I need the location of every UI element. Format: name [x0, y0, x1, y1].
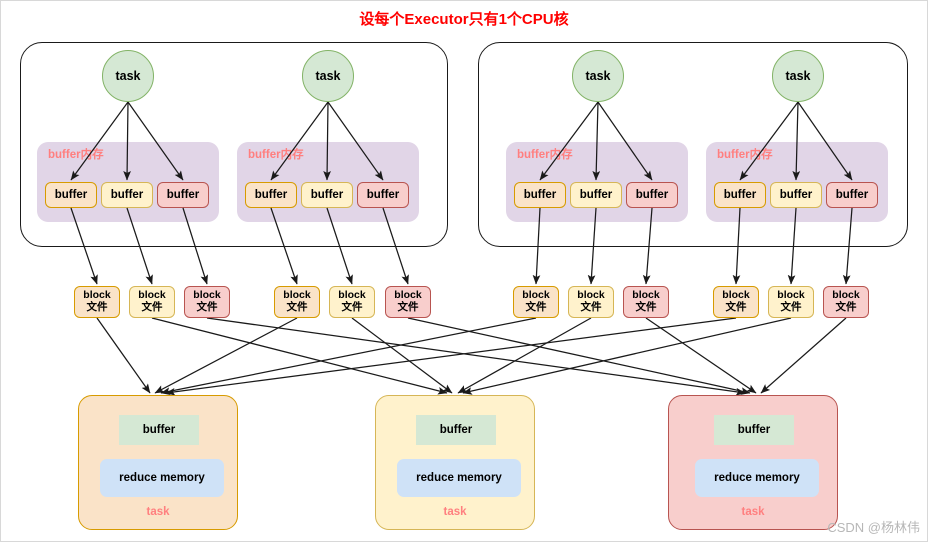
- block-label-line2: 文件: [780, 301, 802, 313]
- buffer-box-2-2[interactable]: buffer: [301, 182, 353, 208]
- reduce-memory-label: reduce memory: [714, 472, 800, 484]
- buffer-label: buffer: [310, 189, 344, 201]
- buffer-label: buffer: [110, 189, 144, 201]
- task-label: task: [585, 69, 611, 83]
- map-task-circle-4[interactable]: task: [772, 50, 824, 102]
- block-file-4-1[interactable]: block 文件: [713, 286, 759, 318]
- buffer-box-3-3[interactable]: buffer: [626, 182, 678, 208]
- page-title: 设每个Executor只有1个CPU核: [359, 11, 569, 28]
- reduce-memory-label: reduce memory: [119, 472, 205, 484]
- block-label-line2: 文件: [141, 301, 163, 313]
- buffer-box-2-1[interactable]: buffer: [245, 182, 297, 208]
- task-label: task: [115, 69, 141, 83]
- block-file-3-1[interactable]: block 文件: [513, 286, 559, 318]
- map-task-circle-2[interactable]: task: [302, 50, 354, 102]
- watermark: CSDN @杨林伟: [827, 520, 920, 535]
- block-file-4-2[interactable]: block 文件: [768, 286, 814, 318]
- block-file-2-3[interactable]: block 文件: [385, 286, 431, 318]
- block-label-line2: 文件: [196, 301, 218, 313]
- block-file-4-3[interactable]: block 文件: [823, 286, 869, 318]
- block-label-line2: 文件: [341, 301, 363, 313]
- buffer-label: buffer: [579, 189, 613, 201]
- block-file-2-1[interactable]: block 文件: [274, 286, 320, 318]
- reduce-buffer-label: buffer: [142, 424, 176, 436]
- block-label-line2: 文件: [397, 301, 419, 313]
- reduce-task-2[interactable]: buffer reduce memory task: [375, 395, 535, 530]
- reduce-memory-3: reduce memory: [695, 459, 819, 497]
- block-label-line2: 文件: [835, 301, 857, 313]
- buffer-memory-label: buffer内存: [517, 149, 573, 161]
- buffer-label: buffer: [366, 189, 400, 201]
- buffer-box-4-3[interactable]: buffer: [826, 182, 878, 208]
- reduce-buffer-label: buffer: [439, 424, 473, 436]
- buffer-box-3-2[interactable]: buffer: [570, 182, 622, 208]
- reduce-task-label-1: task: [146, 506, 170, 518]
- task-label: task: [315, 69, 341, 83]
- buffer-label: buffer: [54, 189, 88, 201]
- buffer-memory-label: buffer内存: [717, 149, 773, 161]
- block-label-line2: 文件: [286, 301, 308, 313]
- buffer-label: buffer: [166, 189, 200, 201]
- buffer-box-1-1[interactable]: buffer: [45, 182, 97, 208]
- block-label-line2: 文件: [86, 301, 108, 313]
- buffer-memory-label: buffer内存: [248, 149, 304, 161]
- reduce-memory-2: reduce memory: [397, 459, 521, 497]
- block-file-1-2[interactable]: block 文件: [129, 286, 175, 318]
- buffer-box-2-3[interactable]: buffer: [357, 182, 409, 208]
- buffer-box-1-3[interactable]: buffer: [157, 182, 209, 208]
- buffer-box-1-2[interactable]: buffer: [101, 182, 153, 208]
- buffer-label: buffer: [779, 189, 813, 201]
- buffer-box-4-2[interactable]: buffer: [770, 182, 822, 208]
- buffer-label: buffer: [523, 189, 557, 201]
- block-file-3-3[interactable]: block 文件: [623, 286, 669, 318]
- reduce-memory-label: reduce memory: [416, 472, 502, 484]
- block-file-1-1[interactable]: block 文件: [74, 286, 120, 318]
- map-task-circle-3[interactable]: task: [572, 50, 624, 102]
- reduce-buffer-1: buffer: [119, 415, 199, 445]
- reduce-task-1[interactable]: buffer reduce memory task: [78, 395, 238, 530]
- task-label: task: [785, 69, 811, 83]
- map-task-circle-1[interactable]: task: [102, 50, 154, 102]
- block-file-1-3[interactable]: block 文件: [184, 286, 230, 318]
- reduce-task-3[interactable]: buffer reduce memory task: [668, 395, 838, 530]
- buffer-box-3-1[interactable]: buffer: [514, 182, 566, 208]
- buffer-memory-label: buffer内存: [48, 149, 104, 161]
- block-file-3-2[interactable]: block 文件: [568, 286, 614, 318]
- buffer-box-4-1[interactable]: buffer: [714, 182, 766, 208]
- buffer-label: buffer: [723, 189, 757, 201]
- reduce-buffer-2: buffer: [416, 415, 496, 445]
- diagram-canvas: 设每个Executor只有1个CPU核 buffer内存 buffer内存 bu…: [0, 0, 928, 542]
- buffer-label: buffer: [254, 189, 288, 201]
- reduce-task-label-3: task: [741, 506, 765, 518]
- block-label-line2: 文件: [635, 301, 657, 313]
- block-file-2-2[interactable]: block 文件: [329, 286, 375, 318]
- reduce-memory-1: reduce memory: [100, 459, 224, 497]
- reduce-buffer-3: buffer: [714, 415, 794, 445]
- buffer-label: buffer: [835, 189, 869, 201]
- block-label-line2: 文件: [525, 301, 547, 313]
- reduce-buffer-label: buffer: [737, 424, 771, 436]
- reduce-task-label-2: task: [443, 506, 467, 518]
- buffer-label: buffer: [635, 189, 669, 201]
- block-label-line2: 文件: [725, 301, 747, 313]
- block-label-line2: 文件: [580, 301, 602, 313]
